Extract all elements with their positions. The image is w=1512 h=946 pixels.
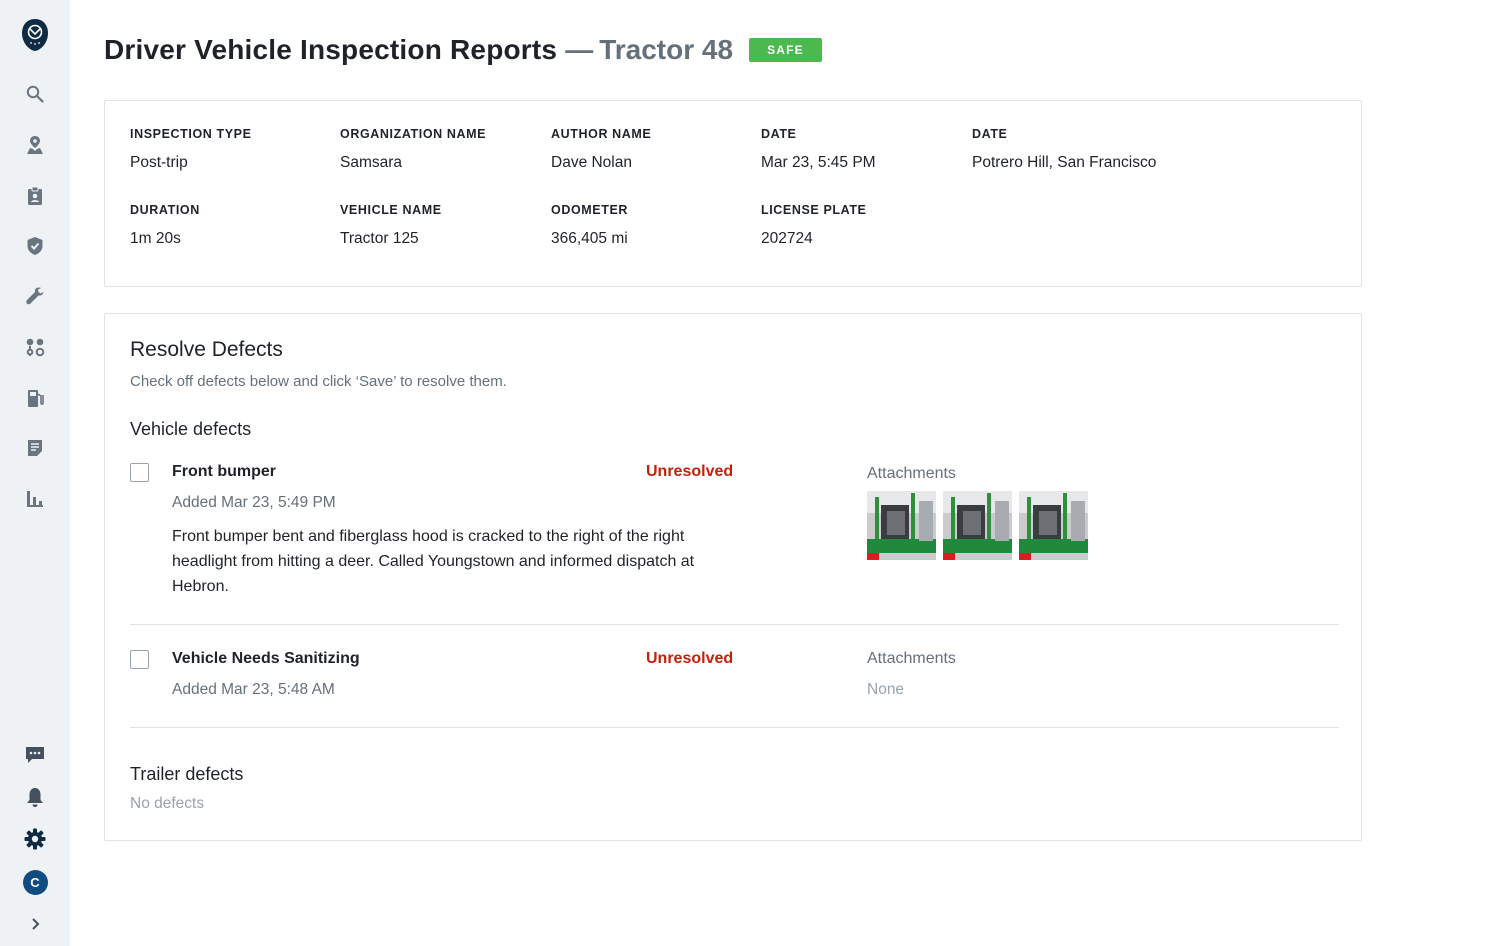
field-label: ODOMETER xyxy=(551,203,629,217)
field-label: ORGANIZATION NAME xyxy=(340,127,487,141)
attachments-none: None xyxy=(867,681,905,698)
no-trailer-defects: No defects xyxy=(130,795,205,812)
field-label: AUTHOR NAME xyxy=(551,127,652,141)
field-label: VEHICLE NAME xyxy=(340,203,442,217)
field-value: 1m 20s xyxy=(130,230,181,247)
field-value: Mar 23, 5:45 PM xyxy=(761,154,876,171)
field-label: DATE xyxy=(972,127,1008,141)
vehicle-title: Tractor 48 xyxy=(599,34,734,65)
duration-field: DURATION 1m 20s xyxy=(130,203,200,248)
chat-icon[interactable] xyxy=(0,735,70,775)
defect-description: Front bumper bent and fiberglass hood is… xyxy=(172,528,695,595)
field-value: Dave Nolan xyxy=(551,154,632,171)
field-value: Post-trip xyxy=(130,154,188,171)
defect-status: Unresolved xyxy=(646,650,734,667)
attachments-label: Attachments xyxy=(867,465,956,482)
route-icon[interactable] xyxy=(0,327,70,367)
avatar-letter: C xyxy=(22,869,48,895)
title-separator: — xyxy=(565,34,594,65)
organization-field: ORGANIZATION NAME Samsara xyxy=(340,127,486,172)
defect-added-date: Added Mar 23, 5:48 AM xyxy=(172,681,335,698)
divider xyxy=(130,727,1339,728)
shield-check-icon[interactable] xyxy=(0,226,70,266)
bell-icon[interactable] xyxy=(0,777,70,817)
bar-chart-icon[interactable] xyxy=(0,479,70,519)
field-value: 202724 xyxy=(761,230,813,247)
sidebar-nav: C xyxy=(0,0,70,946)
wrench-icon[interactable] xyxy=(0,276,70,316)
chevron-right-icon[interactable] xyxy=(0,904,70,944)
field-label: INSPECTION TYPE xyxy=(130,127,252,141)
license-plate-field: LICENSE PLATE 202724 xyxy=(761,203,867,248)
status-badge: SAFE xyxy=(749,38,822,62)
field-value: Tractor 125 xyxy=(340,230,419,247)
defect-checkbox-front-bumper[interactable] xyxy=(130,463,149,482)
defect-checkbox-vehicle-sanitizing[interactable] xyxy=(130,650,149,669)
divider xyxy=(130,624,1339,625)
section-description: Check off defects below and click ‘Save’… xyxy=(130,373,507,390)
field-label: LICENSE PLATE xyxy=(761,203,867,217)
section-title: Resolve Defects xyxy=(130,338,283,361)
fuel-icon[interactable] xyxy=(0,378,70,418)
page-header: Driver Vehicle Inspection Reports — Trac… xyxy=(104,30,822,70)
resolve-defects-card: Resolve Defects Check off defects below … xyxy=(104,313,1362,841)
avatar[interactable]: C xyxy=(0,862,70,902)
date-field: DATE Mar 23, 5:45 PM xyxy=(761,127,876,172)
vehicle-name-field: VEHICLE NAME Tractor 125 xyxy=(340,203,442,248)
trailer-defects-heading: Trailer defects xyxy=(130,764,244,784)
gear-icon[interactable] xyxy=(0,819,70,859)
attachment-thumbnail[interactable] xyxy=(1019,491,1088,560)
vehicle-defects-heading: Vehicle defects xyxy=(130,419,252,439)
page-title: Driver Vehicle Inspection Reports xyxy=(104,34,558,65)
logo-icon[interactable] xyxy=(0,15,70,55)
inspection-details-card: INSPECTION TYPE Post-trip ORGANIZATION N… xyxy=(104,100,1362,287)
field-value: 366,405 mi xyxy=(551,230,628,247)
search-icon[interactable] xyxy=(0,74,70,114)
map-pin-icon[interactable] xyxy=(0,125,70,165)
inspection-type-field: INSPECTION TYPE Post-trip xyxy=(130,127,252,172)
field-value: Potrero Hill, San Francisco xyxy=(972,154,1157,171)
clipboard-user-icon[interactable] xyxy=(0,176,70,216)
attachment-thumbnail[interactable] xyxy=(867,491,936,560)
field-label: DURATION xyxy=(130,203,200,217)
defect-name: Front bumper xyxy=(172,463,276,480)
field-label: DATE xyxy=(761,127,797,141)
location-field: DATE Potrero Hill, San Francisco xyxy=(972,127,1156,172)
attachments-label: Attachments xyxy=(867,650,956,667)
author-field: AUTHOR NAME Dave Nolan xyxy=(551,127,651,172)
defect-name: Vehicle Needs Sanitizing xyxy=(172,650,360,667)
field-value: Samsara xyxy=(340,154,403,171)
odometer-field: ODOMETER 366,405 mi xyxy=(551,203,628,248)
attachment-thumbnail[interactable] xyxy=(943,491,1012,560)
defect-added-date: Added Mar 23, 5:49 PM xyxy=(172,494,336,511)
document-icon[interactable] xyxy=(0,428,70,468)
defect-status: Unresolved xyxy=(646,463,734,480)
